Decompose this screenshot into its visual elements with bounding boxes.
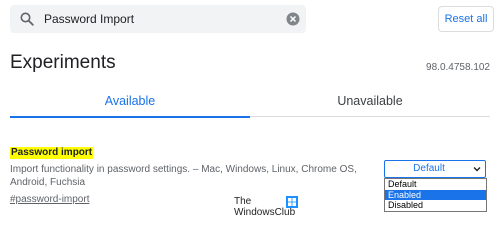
page-title: Experiments [10,52,116,73]
experiment-link[interactable]: #password-import [10,194,89,206]
search-icon [20,12,34,26]
experiment-item: Password import Import functionality in … [10,142,380,207]
experiment-title: Password import [10,147,94,159]
watermark-logo: The WindowsClub [234,196,304,220]
watermark-line1: The [234,196,252,207]
search-box[interactable] [10,5,306,33]
dropdown-option-default[interactable]: Default [385,179,486,190]
version-label: 98.0.4758.102 [426,62,490,73]
tab-available[interactable]: Available [10,86,250,118]
windows-logo-icon [286,196,298,208]
dropdown-options-list: Default Enabled Disabled [384,178,487,212]
chevron-down-icon [473,167,481,172]
experiment-description: Import functionality in password setting… [10,164,357,188]
reset-all-button[interactable]: Reset all [438,6,494,32]
dropdown-option-enabled[interactable]: Enabled [385,189,486,200]
tab-unavailable[interactable]: Unavailable [250,86,490,117]
dropdown-option-disabled[interactable]: Disabled [385,200,486,211]
experiment-state-dropdown[interactable]: Default [384,160,486,178]
search-input[interactable] [44,8,274,30]
clear-search-icon[interactable] [286,12,300,26]
dropdown-selected-value: Default [413,163,445,174]
watermark-line2: WindowsClub [234,207,296,218]
